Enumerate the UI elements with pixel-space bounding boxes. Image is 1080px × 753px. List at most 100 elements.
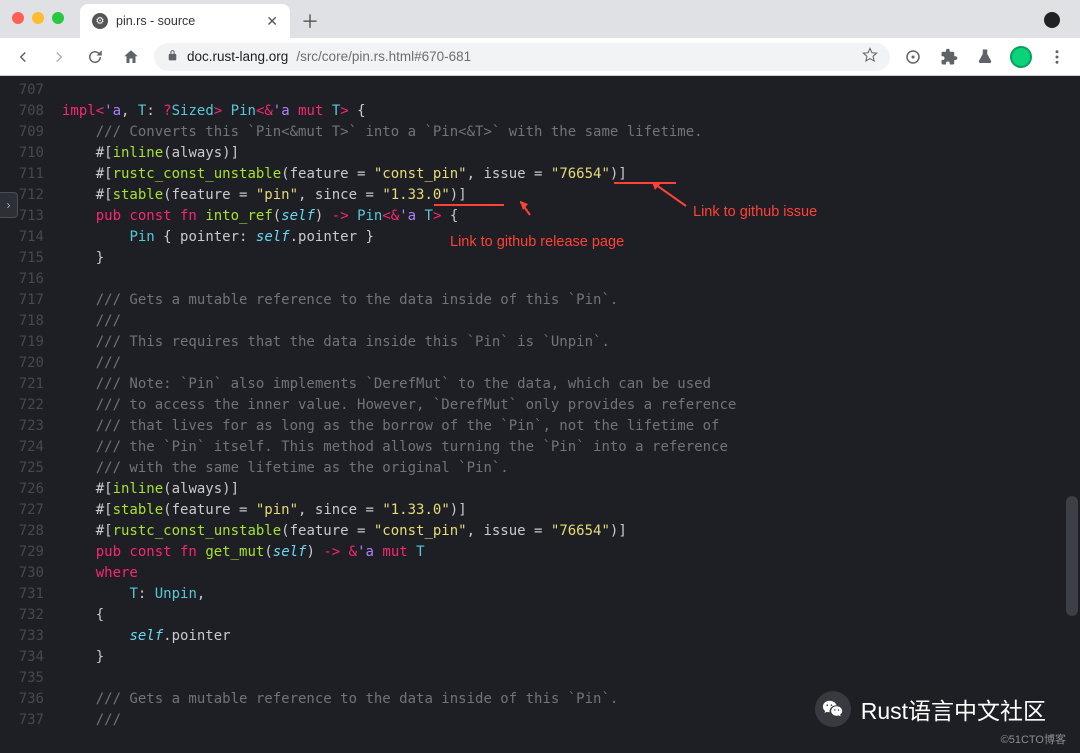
line-content: ///	[62, 353, 121, 374]
line-number: 720	[0, 353, 62, 374]
code-line: 720 ///	[0, 353, 1080, 374]
line-number: 709	[0, 122, 62, 143]
line-content: Pin { pointer: self.pointer }	[62, 227, 374, 248]
extension-circle-icon[interactable]	[900, 44, 926, 70]
attribution-text: ©51CTO博客	[1001, 731, 1066, 747]
line-number: 722	[0, 395, 62, 416]
line-number: 707	[0, 80, 62, 101]
line-number: 723	[0, 416, 62, 437]
line-number: 717	[0, 290, 62, 311]
code-line: 722 /// to access the inner value. Howev…	[0, 395, 1080, 416]
annotation-text-issue: Link to github issue	[693, 204, 817, 220]
profile-avatar[interactable]	[1044, 12, 1060, 28]
code-line: 716	[0, 269, 1080, 290]
line-number: 734	[0, 647, 62, 668]
line-number: 711	[0, 164, 62, 185]
code-line: 725 /// with the same lifetime as the or…	[0, 458, 1080, 479]
reload-button[interactable]	[82, 44, 108, 70]
code-scroll-area[interactable]: 707 708impl<'a, T: ?Sized> Pin<&'a mut T…	[0, 76, 1080, 753]
code-line: 721 /// Note: `Pin` also implements `Der…	[0, 374, 1080, 395]
line-content: }	[62, 248, 104, 269]
code-line: 708impl<'a, T: ?Sized> Pin<&'a mut T> {	[0, 101, 1080, 122]
url-path: /src/core/pin.rs.html#670-681	[296, 49, 471, 64]
line-content: }	[62, 647, 104, 668]
code-line: 718 ///	[0, 311, 1080, 332]
line-content: #[inline(always)]	[62, 479, 239, 500]
code-line: 724 /// the `Pin` itself. This method al…	[0, 437, 1080, 458]
extension-flask-icon[interactable]	[972, 44, 998, 70]
close-window-button[interactable]	[12, 12, 24, 24]
code-line: 728 #[rustc_const_unstable(feature = "co…	[0, 521, 1080, 542]
line-content: #[rustc_const_unstable(feature = "const_…	[62, 521, 627, 542]
line-content: /// Note: `Pin` also implements `DerefMu…	[62, 374, 711, 395]
line-content: #[stable(feature = "pin", since = "1.33.…	[62, 185, 467, 206]
line-content: /// to access the inner value. However, …	[62, 395, 736, 416]
line-number: 713	[0, 206, 62, 227]
back-button[interactable]	[10, 44, 36, 70]
line-number: 714	[0, 227, 62, 248]
line-number: 716	[0, 269, 62, 290]
code-line: 727 #[stable(feature = "pin", since = "1…	[0, 500, 1080, 521]
code-line: 729 pub const fn get_mut(self) -> &'a mu…	[0, 542, 1080, 563]
code-line: 732 {	[0, 605, 1080, 626]
line-number: 731	[0, 584, 62, 605]
tab-favicon: ⚙	[92, 13, 108, 29]
close-tab-button[interactable]: ✕	[266, 13, 278, 30]
line-number: 708	[0, 101, 62, 122]
line-content: ///	[62, 311, 121, 332]
code-line: 717 /// Gets a mutable reference to the …	[0, 290, 1080, 311]
line-number: 724	[0, 437, 62, 458]
code-line: 711 #[rustc_const_unstable(feature = "co…	[0, 164, 1080, 185]
line-number: 737	[0, 710, 62, 731]
line-number: 715	[0, 248, 62, 269]
star-icon[interactable]	[862, 47, 878, 66]
code-line: 715 }	[0, 248, 1080, 269]
address-bar[interactable]: doc.rust-lang.org/src/core/pin.rs.html#6…	[154, 43, 890, 71]
line-number: 712	[0, 185, 62, 206]
line-number: 736	[0, 689, 62, 710]
line-number: 726	[0, 479, 62, 500]
source-code: 707 708impl<'a, T: ?Sized> Pin<&'a mut T…	[0, 76, 1080, 753]
line-number: 733	[0, 626, 62, 647]
code-viewport: › 707 708impl<'a, T: ?Sized> Pin<&'a mut…	[0, 76, 1080, 753]
line-number: 735	[0, 668, 62, 689]
line-content: pub const fn into_ref(self) -> Pin<&'a T…	[62, 206, 458, 227]
line-content: T: Unpin,	[62, 584, 205, 605]
code-line: 710 #[inline(always)]	[0, 143, 1080, 164]
browser-tab[interactable]: ⚙ pin.rs - source ✕	[80, 4, 290, 38]
line-content: {	[62, 605, 104, 626]
new-tab-button[interactable]: ＋	[296, 7, 324, 35]
window-titlebar: ⚙ pin.rs - source ✕ ＋	[0, 0, 1080, 38]
code-line: 707	[0, 80, 1080, 101]
maximize-window-button[interactable]	[52, 12, 64, 24]
home-button[interactable]	[118, 44, 144, 70]
forward-button[interactable]	[46, 44, 72, 70]
line-content: #[rustc_const_unstable(feature = "const_…	[62, 164, 627, 185]
line-content: impl<'a, T: ?Sized> Pin<&'a mut T> {	[62, 101, 366, 122]
line-number: 725	[0, 458, 62, 479]
window-controls	[12, 12, 64, 24]
code-line: 726 #[inline(always)]	[0, 479, 1080, 500]
extension-badge-icon[interactable]	[1008, 44, 1034, 70]
code-line: 735	[0, 668, 1080, 689]
annotation-text-release: Link to github release page	[450, 234, 624, 250]
line-content: where	[62, 563, 138, 584]
line-number: 719	[0, 332, 62, 353]
minimize-window-button[interactable]	[32, 12, 44, 24]
line-content: pub const fn get_mut(self) -> &'a mut T	[62, 542, 425, 563]
vertical-scrollbar-thumb[interactable]	[1066, 496, 1078, 616]
line-content: /// that lives for as long as the borrow…	[62, 416, 719, 437]
extensions-icon[interactable]	[936, 44, 962, 70]
line-content	[62, 668, 70, 689]
line-number: 730	[0, 563, 62, 584]
line-number: 710	[0, 143, 62, 164]
line-content: /// Gets a mutable reference to the data…	[62, 290, 618, 311]
line-content	[62, 269, 70, 290]
line-number: 718	[0, 311, 62, 332]
lock-icon	[166, 49, 179, 65]
watermark: Rust语言中文社区	[815, 691, 1046, 727]
line-number: 729	[0, 542, 62, 563]
wechat-icon	[815, 691, 851, 727]
annotation-underline-version	[434, 204, 504, 206]
kebab-menu-icon[interactable]	[1044, 44, 1070, 70]
